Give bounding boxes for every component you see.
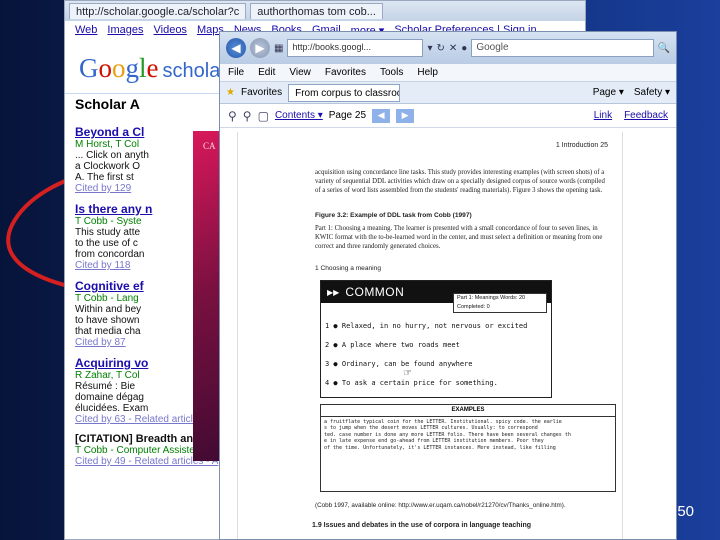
google-nav-images[interactable]: Images bbox=[107, 24, 143, 37]
google-scholar-logo[interactable]: Google scholar bbox=[79, 53, 227, 84]
screenshot-options: 1 ● Relaxed, in no hurry, not nervous or… bbox=[325, 317, 547, 393]
option-item: 1 ● Relaxed, in no hurry, not nervous or… bbox=[325, 322, 528, 330]
body-paragraph: Part 1: Choosing a meaning. The learner … bbox=[315, 225, 603, 251]
menu-tools[interactable]: Tools bbox=[380, 67, 403, 78]
zoom-out-icon[interactable]: ⚲ bbox=[228, 109, 237, 123]
figure-caption: Figure 3.2: Example of DDL task from Cob… bbox=[315, 212, 472, 219]
book-page-view[interactable]: 1 Introduction 25 acquisition using conc… bbox=[220, 128, 676, 539]
menu-favorites[interactable]: Favorites bbox=[325, 67, 366, 78]
body-paragraph: acquisition using concordance line tasks… bbox=[315, 169, 605, 195]
forward-arrow-icon[interactable]: ▶ bbox=[250, 38, 270, 58]
book-page: 1 Introduction 25 acquisition using conc… bbox=[237, 132, 623, 539]
book-viewer-toolbar: ⚲ ⚲ ▢ Contents ▾ Page 25 ◀ ▶ Link Feedba… bbox=[220, 104, 676, 128]
examples-title: EXAMPLES bbox=[321, 405, 615, 417]
star-icon[interactable]: ★ bbox=[226, 87, 235, 98]
back-arrow-icon[interactable]: ◀ bbox=[226, 38, 246, 58]
feedback-button[interactable]: Feedback bbox=[624, 110, 668, 121]
search-input[interactable]: Google bbox=[471, 39, 654, 57]
examples-figure: EXAMPLES a fruitflate typical coin for t… bbox=[320, 404, 616, 492]
active-tab[interactable]: From corpus to classroo... bbox=[288, 83, 401, 102]
zoom-in-icon[interactable]: ⚲ bbox=[243, 109, 252, 123]
menu-view[interactable]: View bbox=[289, 67, 311, 78]
back-browser-tab-strip: http://scholar.google.ca/scholar?c autho… bbox=[65, 1, 585, 21]
stop-icon[interactable]: ✕ bbox=[449, 43, 457, 54]
next-page-icon[interactable]: ▶ bbox=[396, 108, 415, 123]
speaker-icon: ▶▶ bbox=[327, 287, 340, 297]
examples-body: a fruitflate typical coin for the LETTER… bbox=[324, 419, 571, 451]
favorites-bar: ★ Favorites From corpus to classroo... P… bbox=[220, 82, 676, 104]
page-indicator: Page 25 bbox=[328, 110, 367, 121]
front-address-bar[interactable]: http://books.googl... bbox=[287, 39, 424, 57]
safety-menu[interactable]: Safety ▾ bbox=[634, 87, 670, 98]
menu-file[interactable]: File bbox=[228, 67, 244, 78]
dropdown-chevron-icon[interactable]: ▾ bbox=[427, 43, 432, 54]
contents-dropdown[interactable]: Contents ▾ bbox=[275, 110, 323, 121]
option-item: 4 ● To ask a certain price for something… bbox=[325, 379, 498, 387]
menu-edit[interactable]: Edit bbox=[258, 67, 275, 78]
option-item: 3 ● Ordinary, can be found anywhere bbox=[325, 360, 473, 368]
front-browser-titlebar: ◀ ▶ ▦ http://books.googl... ▾ ↻ ✕ ● Goog… bbox=[220, 32, 676, 64]
subheading: 1 Choosing a meaning bbox=[315, 265, 381, 272]
page-icon: ▦ bbox=[274, 42, 284, 54]
screenshot-stats: Part 1: Meanings Words: 20 Completed: 0 bbox=[453, 293, 547, 313]
back-browser-tab[interactable]: authorthomas tom cob... bbox=[250, 3, 383, 19]
section-heading: 1.9 Issues and debates in the use of cor… bbox=[312, 522, 531, 529]
option-item: 2 ● A place where two roads meet bbox=[325, 341, 460, 349]
source-note: (Cobb 1997, available online: http://www… bbox=[315, 502, 566, 509]
google-nav-web[interactable]: Web bbox=[75, 24, 97, 37]
hand-cursor-icon: ☞ bbox=[403, 368, 412, 379]
google-nav-videos[interactable]: Videos bbox=[154, 24, 187, 37]
books-browser-window: ◀ ▶ ▦ http://books.googl... ▾ ↻ ✕ ● Goog… bbox=[219, 31, 677, 540]
page-menu[interactable]: Page ▾ bbox=[593, 87, 624, 98]
link-button[interactable]: Link bbox=[594, 110, 612, 121]
slide-number: 50 bbox=[677, 503, 694, 520]
running-head: 1 Introduction 25 bbox=[555, 142, 608, 149]
menu-help[interactable]: Help bbox=[417, 67, 438, 78]
book-cover-caption: CA bbox=[203, 141, 216, 151]
refresh-icon[interactable]: ↻ bbox=[436, 43, 444, 54]
screenshot-headword: COMMON bbox=[345, 285, 405, 299]
prev-page-icon[interactable]: ◀ bbox=[372, 108, 391, 123]
back-browser-address[interactable]: http://scholar.google.ca/scholar?c bbox=[69, 3, 247, 19]
ddl-screenshot-figure: ▶▶ COMMON Part 1: Meanings Words: 20 Com… bbox=[320, 280, 552, 398]
google-search-icon: ● bbox=[461, 42, 468, 54]
menu-bar: File Edit View Favorites Tools Help bbox=[220, 64, 676, 82]
search-magnifier-icon[interactable]: 🔍 bbox=[658, 43, 670, 54]
favorites-button[interactable]: Favorites bbox=[241, 87, 282, 98]
fullscreen-icon[interactable]: ▢ bbox=[258, 109, 269, 123]
